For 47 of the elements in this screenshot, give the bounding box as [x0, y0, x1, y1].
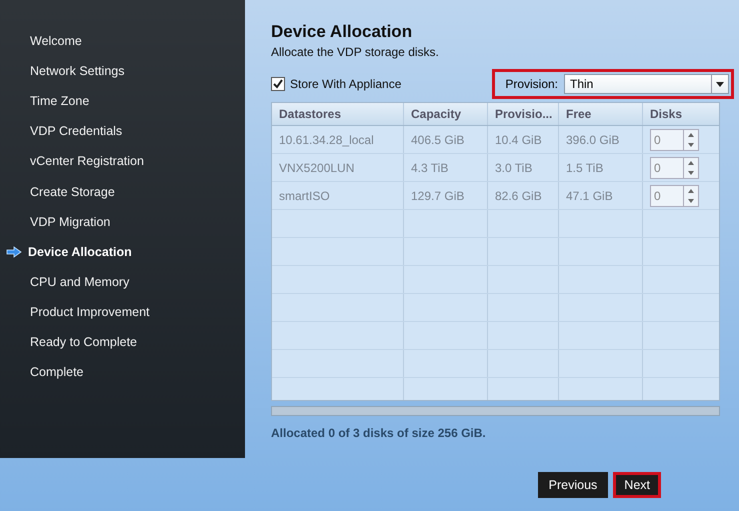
up-arrow-icon[interactable]: [688, 160, 694, 164]
wizard-step[interactable]: Time Zone: [0, 86, 245, 116]
provision-label: Provision:: [505, 77, 558, 91]
arrow-icon: [6, 246, 22, 258]
table-cell: 129.7 GiB: [404, 182, 488, 209]
table-cell: 10.61.34.28_local: [272, 126, 404, 153]
table-cell: 396.0 GiB: [559, 126, 643, 153]
up-arrow-icon[interactable]: [688, 188, 694, 192]
allocation-summary: Allocated 0 of 3 disks of size 256 GiB.: [271, 426, 487, 440]
column-header[interactable]: Datastores: [272, 103, 404, 125]
table-cell: 406.5 GiB: [404, 126, 488, 153]
table-cell: 82.6 GiB: [488, 182, 559, 209]
wizard-step[interactable]: Welcome: [0, 26, 245, 56]
down-arrow-icon[interactable]: [688, 198, 694, 202]
wizard-step[interactable]: VDP Credentials: [0, 116, 245, 146]
table-cell: 10.4 GiB: [488, 126, 559, 153]
page-title: Device Allocation: [271, 22, 414, 42]
wizard-step[interactable]: VDP Migration: [0, 206, 245, 237]
wizard-step[interactable]: Network Settings: [0, 56, 245, 86]
column-header[interactable]: Free: [559, 103, 643, 125]
column-header[interactable]: Provisio...: [488, 103, 559, 125]
horizontal-scrollbar[interactable]: [271, 406, 720, 416]
page-subtitle: Allocate the VDP storage disks.: [271, 45, 440, 59]
wizard-button[interactable]: Next: [613, 472, 661, 498]
table-cell: 4.3 TiB: [404, 154, 488, 181]
wizard-step[interactable]: Complete: [0, 357, 245, 388]
column-header[interactable]: Disks: [643, 103, 719, 125]
store-with-appliance-checkbox[interactable]: Store With Appliance: [271, 77, 402, 91]
provision-dropdown[interactable]: Thin: [564, 74, 729, 94]
caret-icon: [716, 82, 724, 86]
table-cell: VNX5200LUN: [272, 154, 404, 181]
table-cell: smartISO: [272, 182, 404, 209]
up-arrow-icon[interactable]: [688, 132, 694, 136]
table-cell: 3.0 TiB: [488, 154, 559, 181]
wizard-step[interactable]: CPU and Memory: [0, 266, 245, 297]
wizard-step[interactable]: vCenter Registration: [0, 146, 245, 176]
down-arrow-icon[interactable]: [688, 142, 694, 146]
wizard-step[interactable]: Product Improvement: [0, 296, 245, 327]
down-arrow-icon[interactable]: [688, 170, 694, 174]
table-cell: 1.5 TiB: [559, 154, 643, 181]
checkmark-icon: [272, 78, 284, 90]
wizard-button[interactable]: Previous: [538, 472, 608, 498]
wizard-step[interactable]: Ready to Complete: [0, 326, 245, 358]
wizard-step[interactable]: Device Allocation: [0, 236, 245, 267]
table-cell: 47.1 GiB: [559, 182, 643, 209]
wizard-step[interactable]: Create Storage: [0, 176, 245, 207]
column-header[interactable]: Capacity: [404, 103, 488, 125]
